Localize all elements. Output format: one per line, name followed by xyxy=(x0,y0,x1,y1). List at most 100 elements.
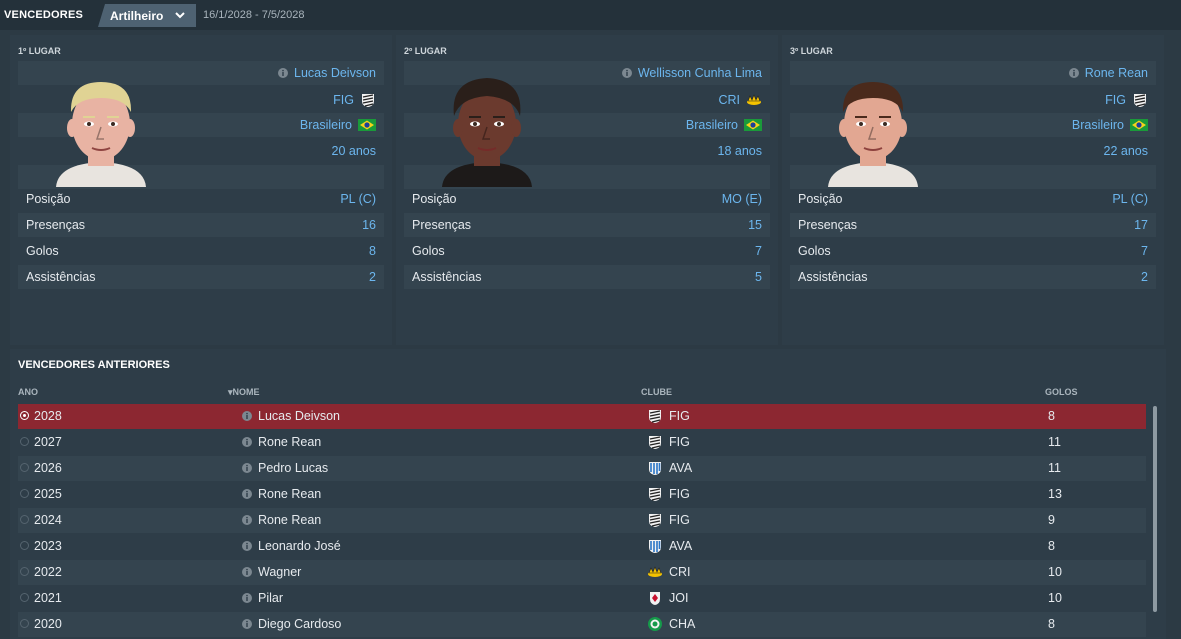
row-radio[interactable] xyxy=(20,489,29,498)
player-name-link[interactable]: Lucas Deivson xyxy=(294,66,376,80)
row-year: 2022 xyxy=(34,565,62,579)
column-header-goals[interactable]: GOLOS xyxy=(1045,387,1078,397)
info-icon[interactable] xyxy=(242,593,252,603)
player-club-row: FIG xyxy=(18,87,384,111)
stat-label: Presenças xyxy=(798,218,858,232)
table-row[interactable]: 2027 Rone Rean FIG 11 xyxy=(18,430,1146,455)
info-icon[interactable] xyxy=(1068,68,1079,78)
row-radio[interactable] xyxy=(20,463,29,472)
row-player-name[interactable]: Rone Rean xyxy=(258,513,321,527)
row-radio[interactable] xyxy=(20,619,29,628)
player-club-link[interactable]: FIG xyxy=(1105,93,1126,107)
stat-label: Assistências xyxy=(26,270,96,284)
table-row[interactable]: 2026 Pedro Lucas AVA 11 xyxy=(18,456,1146,481)
previous-winners-title: VENCEDORES ANTERIORES xyxy=(18,359,170,371)
row-club[interactable]: FIG xyxy=(669,513,690,527)
row-club[interactable]: CRI xyxy=(669,565,691,579)
award-type-dropdown[interactable]: Artilheiro xyxy=(98,4,196,27)
place-label: 1º LUGAR xyxy=(18,46,61,56)
row-player-name[interactable]: Lucas Deivson xyxy=(258,409,340,423)
stat-row: Assistências 2 xyxy=(18,265,384,289)
stat-value: 7 xyxy=(1141,244,1148,258)
stat-row: Posição MO (E) xyxy=(404,187,770,211)
info-icon[interactable] xyxy=(242,619,252,629)
player-club-link[interactable]: CRI xyxy=(718,93,740,107)
avai-crest-icon xyxy=(649,462,661,475)
player-nationality-link[interactable]: Brasileiro xyxy=(1072,118,1124,132)
row-radio[interactable] xyxy=(20,567,29,576)
info-icon[interactable] xyxy=(621,68,632,78)
table-row[interactable]: 2022 Wagner CRI 10 xyxy=(18,560,1146,585)
player-name-link[interactable]: Rone Rean xyxy=(1085,66,1148,80)
player-club-link[interactable]: FIG xyxy=(333,93,354,107)
row-radio[interactable] xyxy=(20,411,29,420)
table-row[interactable]: 2028 Lucas Deivson FIG 8 xyxy=(18,404,1146,429)
info-icon[interactable] xyxy=(278,68,288,78)
info-icon[interactable] xyxy=(242,411,252,421)
stat-value: 2 xyxy=(1141,270,1148,284)
info-icon[interactable] xyxy=(242,437,252,447)
info-icon[interactable] xyxy=(242,489,252,499)
stat-label: Golos xyxy=(412,244,445,258)
row-player-name[interactable]: Wagner xyxy=(258,565,301,579)
chevron-down-icon xyxy=(175,12,185,19)
row-club[interactable]: JOI xyxy=(669,591,688,605)
row-year: 2021 xyxy=(34,591,62,605)
stat-row: Assistências 2 xyxy=(790,265,1156,289)
row-club[interactable]: FIG xyxy=(669,409,690,423)
stat-value: 17 xyxy=(1134,218,1148,232)
table-row[interactable]: 2023 Leonardo José AVA 8 xyxy=(18,534,1146,559)
stat-value: 7 xyxy=(755,244,762,258)
column-header-name[interactable]: ▾NOME xyxy=(228,387,260,398)
table-row[interactable]: 2025 Rone Rean FIG 13 xyxy=(18,482,1146,507)
page-title: VENCEDORES xyxy=(4,9,84,21)
row-club[interactable]: FIG xyxy=(669,487,690,501)
table-row[interactable]: 2024 Rone Rean FIG 9 xyxy=(18,508,1146,533)
row-player-name[interactable]: Pedro Lucas xyxy=(258,461,328,475)
stat-row: Golos 7 xyxy=(404,239,770,263)
player-name-row: Wellisson Cunha Lima xyxy=(404,61,770,85)
table-row[interactable]: 2021 Pilar JOI 10 xyxy=(18,586,1146,611)
row-club[interactable]: FIG xyxy=(669,435,690,449)
row-club[interactable]: AVA xyxy=(669,539,692,553)
row-club[interactable]: CHA xyxy=(669,617,695,631)
stat-row: Presenças 16 xyxy=(18,213,384,237)
info-icon[interactable] xyxy=(242,567,252,577)
row-radio[interactable] xyxy=(20,593,29,602)
stat-label: Presenças xyxy=(26,218,86,232)
column-header-club[interactable]: CLUBE xyxy=(641,387,672,397)
stat-row: Presenças 15 xyxy=(404,213,770,237)
scrollbar[interactable] xyxy=(1153,406,1157,612)
info-icon[interactable] xyxy=(242,541,252,551)
stat-value: PL (C) xyxy=(1112,192,1148,206)
row-player-name[interactable]: Rone Rean xyxy=(258,435,321,449)
podium-card-2: 2º LUGAR Wellisson Cunha Lima CRI Brasilei… xyxy=(396,35,778,345)
row-player-name[interactable]: Pilar xyxy=(258,591,283,605)
info-icon[interactable] xyxy=(242,463,252,473)
row-player-name[interactable]: Leonardo José xyxy=(258,539,341,553)
player-name-link[interactable]: Wellisson Cunha Lima xyxy=(638,66,762,80)
info-icon[interactable] xyxy=(242,515,252,525)
row-player-name[interactable]: Diego Cardoso xyxy=(258,617,341,631)
row-radio[interactable] xyxy=(20,437,29,446)
row-year: 2023 xyxy=(34,539,62,553)
figueirense-crest-icon xyxy=(649,488,661,501)
row-club[interactable]: AVA xyxy=(669,461,692,475)
podium-card-3: 3º LUGAR Rone Rean FIG Brasileiro 22 anos P… xyxy=(782,35,1164,345)
player-nationality-link[interactable]: Brasileiro xyxy=(300,118,352,132)
figueirense-crest-icon xyxy=(1134,94,1146,107)
row-goals: 8 xyxy=(1048,409,1055,423)
row-player-name[interactable]: Rone Rean xyxy=(258,487,321,501)
column-header-year[interactable]: ANO xyxy=(18,387,38,397)
player-nationality-link[interactable]: Brasileiro xyxy=(686,118,738,132)
player-age-row: 20 anos xyxy=(18,139,384,163)
figueirense-crest-icon xyxy=(649,410,661,423)
player-age-row: 18 anos xyxy=(404,139,770,163)
figueirense-crest-icon xyxy=(362,94,374,107)
criciuma-crest-icon xyxy=(747,94,761,105)
row-radio[interactable] xyxy=(20,515,29,524)
figueirense-crest-icon xyxy=(649,436,661,449)
table-row[interactable]: 2020 Diego Cardoso CHA 8 xyxy=(18,612,1146,637)
row-goals: 9 xyxy=(1048,513,1055,527)
row-radio[interactable] xyxy=(20,541,29,550)
